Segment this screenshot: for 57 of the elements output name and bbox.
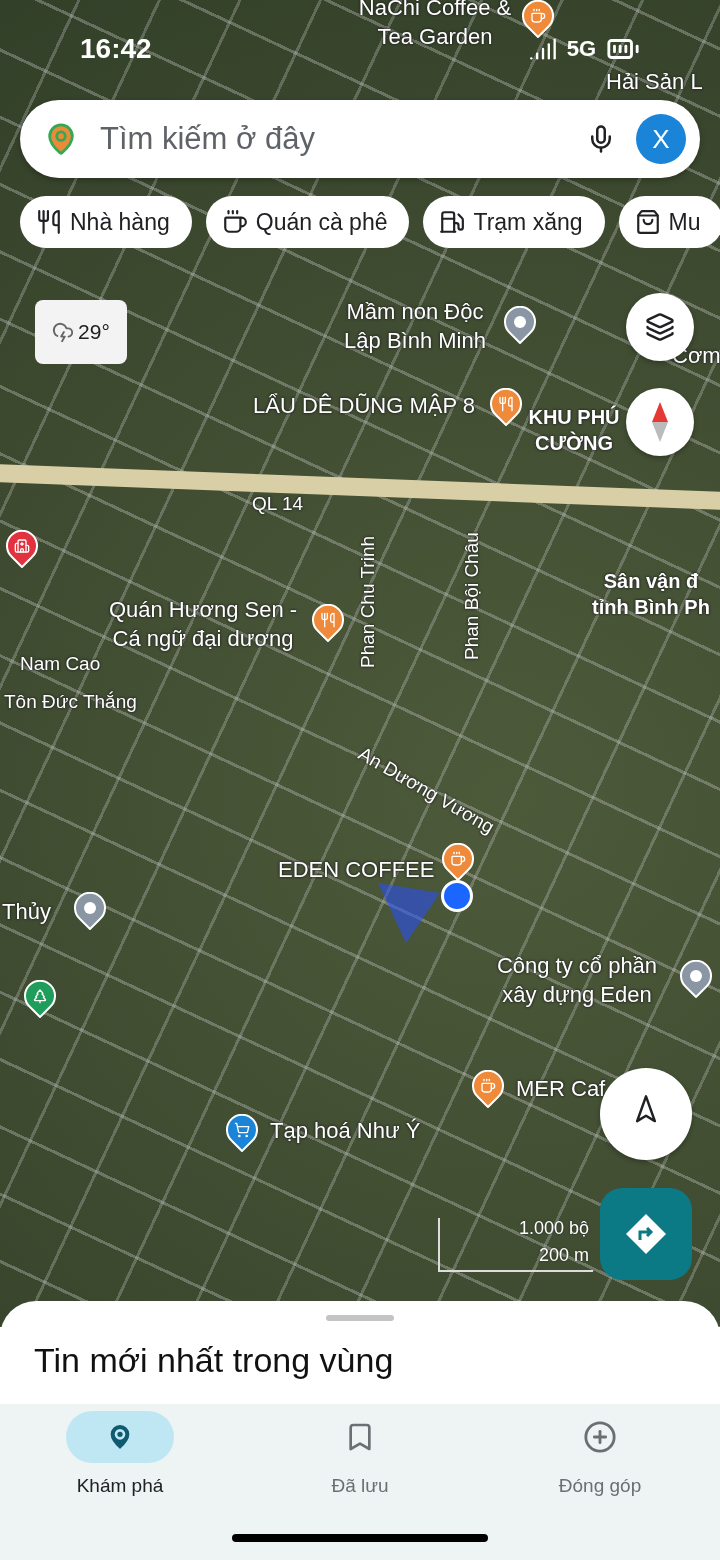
place-label: Tạp hoá Như Ý <box>270 1117 421 1145</box>
nav-tab[interactable]: Đã lưu <box>240 1410 480 1506</box>
account-avatar[interactable]: X <box>636 114 686 164</box>
weather-chip[interactable]: 29° <box>35 300 127 364</box>
status-time: 16:42 <box>80 33 152 65</box>
map-pin-icon[interactable] <box>226 1114 258 1152</box>
directions-button[interactable] <box>600 1188 692 1280</box>
category-chip[interactable]: Nhà hàng <box>20 196 192 248</box>
map-pin-icon[interactable] <box>504 306 536 344</box>
network-type: 5G <box>566 36 596 62</box>
map-pin-icon[interactable] <box>680 960 712 998</box>
place-label: LẨU DÊ DŨNG MẬP 8 <box>253 392 476 420</box>
location-beam-drawing <box>378 883 440 943</box>
road-label: Phan Chu Trinh <box>356 535 379 668</box>
fuel-pump-icon <box>439 209 466 235</box>
nav-tab[interactable]: Khám phá <box>0 1410 240 1506</box>
place-label: Công ty cổ phần xây dựng Eden <box>495 952 659 1009</box>
place-label: Hải Sản L <box>606 68 703 96</box>
fork-knife-icon <box>36 209 62 235</box>
map-pin-icon[interactable] <box>522 0 554 38</box>
drag-handle[interactable] <box>326 1315 394 1321</box>
category-chip[interactable]: Quán cà phê <box>205 196 410 248</box>
place-label: MER Caf <box>516 1075 606 1103</box>
compass-button[interactable] <box>626 388 694 456</box>
place-label: EDEN COFFEE <box>278 856 435 884</box>
temperature: 29° <box>78 320 110 344</box>
road-label: Phan Bội Châu <box>460 532 483 660</box>
nav-tab[interactable]: Đóng góp <box>480 1410 720 1506</box>
place-label: Quán Hương Sen - Cá ngữ đại dương <box>107 596 299 653</box>
search-bar[interactable]: Tìm kiếm ở đây X <box>20 100 700 178</box>
bag-icon <box>634 209 661 235</box>
road-label: Tôn Đức Thắng <box>4 690 137 714</box>
place-label: Mầm non Độc Lập Bình Minh <box>343 298 487 355</box>
compass-needle-icon <box>650 402 670 442</box>
map-pin-icon[interactable] <box>442 843 474 881</box>
road-label: Nam Cao <box>20 652 101 676</box>
category-chip[interactable]: Trạm xăng <box>423 196 605 248</box>
road-label: QL 14 <box>252 492 304 516</box>
place-label: Thủy <box>2 898 51 926</box>
map-pin-icon[interactable] <box>472 1070 504 1108</box>
sheet-title: Tin mới nhất trong vùng <box>34 1341 395 1380</box>
directions-icon <box>624 1212 668 1256</box>
plus-circle-icon <box>583 1420 617 1454</box>
layers-icon <box>645 312 675 342</box>
scale-label: 1.000 bộ <box>518 1218 589 1239</box>
map-pin-icon[interactable] <box>312 604 344 642</box>
map-pin-icon[interactable] <box>6 530 38 568</box>
map-pin-icon[interactable] <box>490 388 522 426</box>
category-chip[interactable]: Mu <box>618 196 720 248</box>
current-location-dot <box>441 880 473 912</box>
storm-cloud-icon <box>52 321 75 343</box>
place-label: Sân vận đ tỉnh Bình Ph <box>591 569 711 620</box>
map-pin-icon[interactable] <box>74 892 106 930</box>
cup-icon <box>221 209 248 235</box>
scale-label: 200 m <box>538 1245 589 1266</box>
map-pin-icon[interactable] <box>24 980 56 1018</box>
place-label: KHU PHÚ CƯỜNG <box>527 404 621 456</box>
